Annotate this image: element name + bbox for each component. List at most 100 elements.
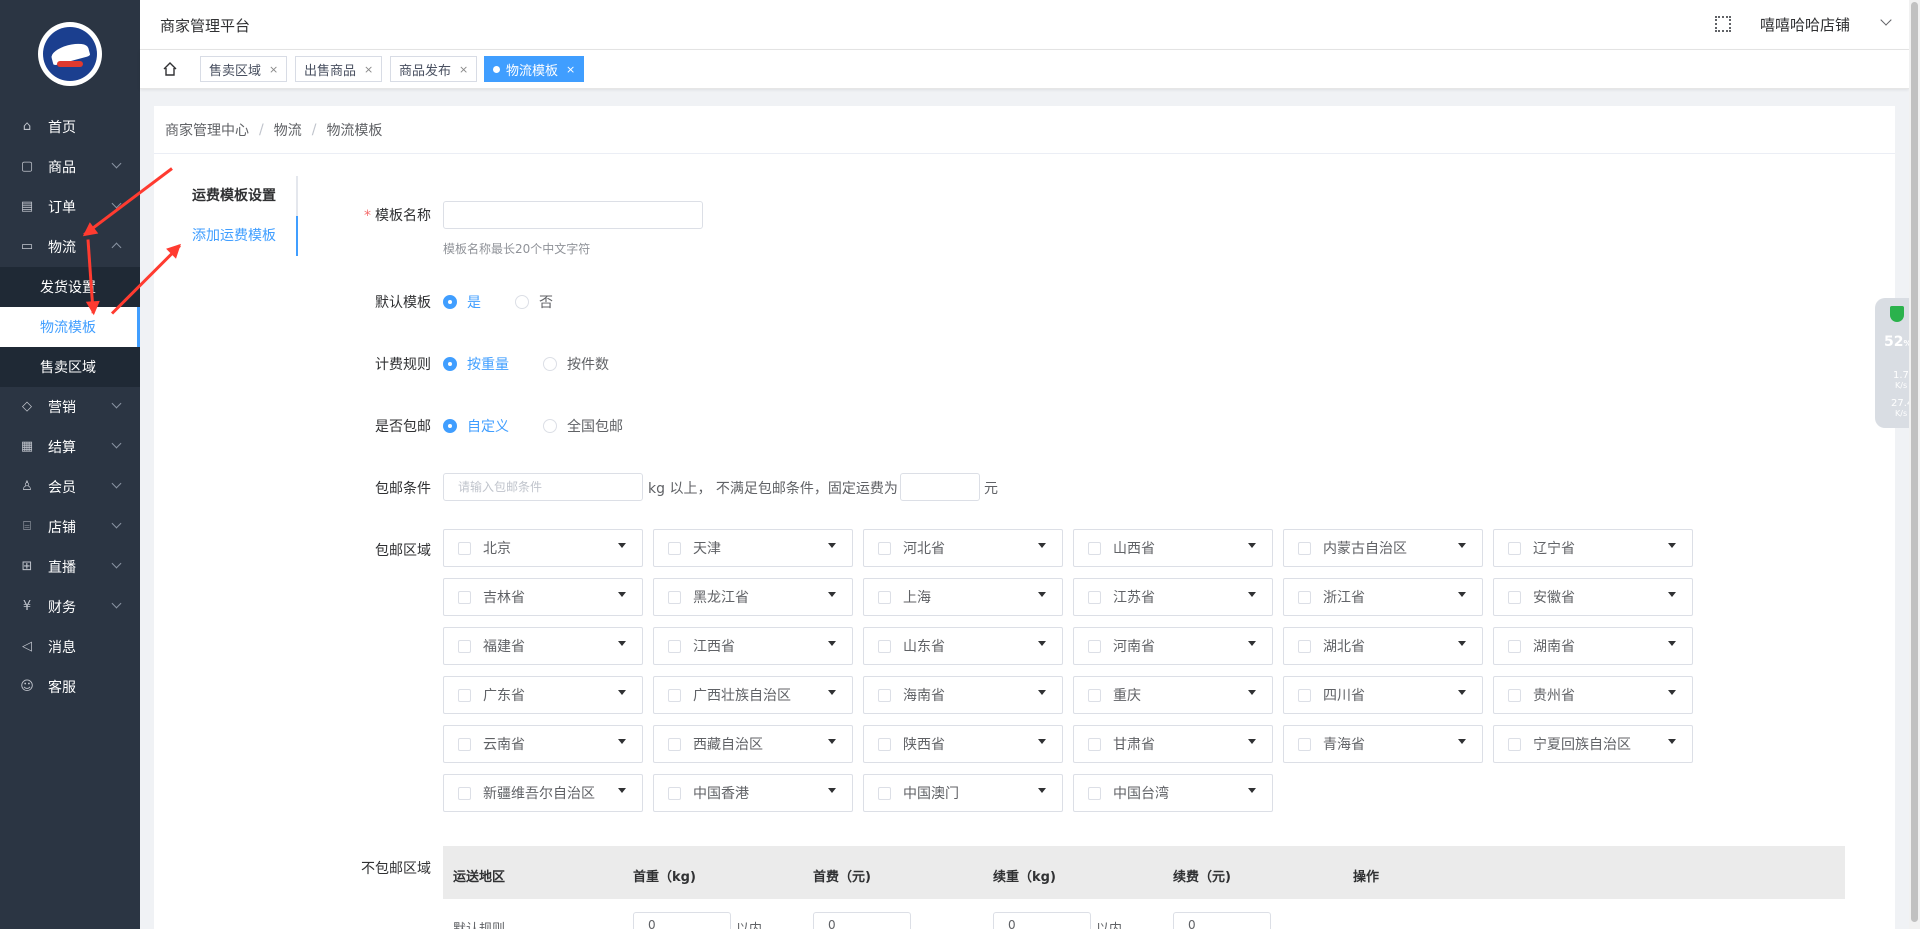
checkbox[interactable] [1508,737,1521,751]
caret-down-icon[interactable] [828,788,836,793]
checkbox[interactable] [878,688,891,702]
close-icon[interactable]: × [459,63,468,76]
caret-down-icon[interactable] [1248,739,1256,744]
free-condition-input[interactable]: 请输入包邮条件 [443,473,643,501]
caret-down-icon[interactable] [618,690,626,695]
breadcrumb-item[interactable]: 商家管理中心 [165,120,249,140]
checkbox[interactable] [1088,786,1101,800]
caret-down-icon[interactable] [1038,641,1046,646]
menu-marketing[interactable]: ◇ 营销 [0,387,140,427]
caret-down-icon[interactable] [1038,690,1046,695]
region-select[interactable]: 河北省 [863,529,1063,567]
close-icon[interactable]: × [269,63,278,76]
checkbox[interactable] [1088,541,1101,555]
checkbox[interactable] [458,688,471,702]
caret-down-icon[interactable] [1038,592,1046,597]
region-select[interactable]: 浙江省 [1283,578,1483,616]
checkbox[interactable] [878,786,891,800]
caret-down-icon[interactable] [1668,592,1676,597]
caret-down-icon[interactable] [1458,641,1466,646]
region-select[interactable]: 云南省 [443,725,643,763]
first-fee-input[interactable]: 0 [813,912,911,929]
close-icon[interactable]: × [566,63,575,76]
region-select[interactable]: 湖南省 [1493,627,1693,665]
caret-down-icon[interactable] [618,543,626,548]
checkbox[interactable] [1298,541,1311,555]
checkbox[interactable] [668,786,681,800]
checkbox[interactable] [1298,688,1311,702]
template-name-input[interactable] [443,201,703,229]
region-select[interactable]: 贵州省 [1493,676,1693,714]
checkbox[interactable] [1508,639,1521,653]
checkbox[interactable] [1508,590,1521,604]
region-select[interactable]: 广东省 [443,676,643,714]
caret-down-icon[interactable] [1248,690,1256,695]
caret-down-icon[interactable] [618,641,626,646]
checkbox[interactable] [668,639,681,653]
caret-down-icon[interactable] [1668,739,1676,744]
page-scrollbar[interactable] [1909,0,1920,929]
caret-down-icon[interactable] [618,592,626,597]
caret-down-icon[interactable] [1458,592,1466,597]
menu-home[interactable]: ⌂ 首页 [0,107,140,147]
home-icon[interactable] [162,61,178,77]
breadcrumb-item[interactable]: 物流 [274,120,302,140]
checkbox[interactable] [1508,688,1521,702]
caret-down-icon[interactable] [1458,739,1466,744]
tab-selling-goods[interactable]: 出售商品 × [295,56,383,82]
caret-down-icon[interactable] [1038,739,1046,744]
region-select[interactable]: 重庆 [1073,676,1273,714]
checkbox[interactable] [668,590,681,604]
checkbox[interactable] [878,541,891,555]
caret-down-icon[interactable] [828,592,836,597]
caret-down-icon[interactable] [828,739,836,744]
tab-logistics-template[interactable]: 物流模板 × [484,56,585,82]
region-select[interactable]: 甘肃省 [1073,725,1273,763]
region-select[interactable]: 黑龙江省 [653,578,853,616]
menu-finance[interactable]: ¥ 财务 [0,587,140,627]
caret-down-icon[interactable] [1038,543,1046,548]
region-select[interactable]: 福建省 [443,627,643,665]
caret-down-icon[interactable] [828,543,836,548]
checkbox[interactable] [668,737,681,751]
caret-down-icon[interactable] [1248,592,1256,597]
region-select[interactable]: 吉林省 [443,578,643,616]
rule-count-radio[interactable]: 按件数 [543,354,609,374]
region-select[interactable]: 新疆维吾尔自治区 [443,774,643,812]
qrcode-icon[interactable] [1715,16,1731,32]
region-select[interactable]: 内蒙古自治区 [1283,529,1483,567]
region-select[interactable]: 河南省 [1073,627,1273,665]
menu-settlement[interactable]: ▦ 结算 [0,427,140,467]
region-select[interactable]: 中国台湾 [1073,774,1273,812]
caret-down-icon[interactable] [618,739,626,744]
checkbox[interactable] [668,688,681,702]
checkbox[interactable] [878,639,891,653]
menu-live[interactable]: ⊞ 直播 [0,547,140,587]
menu-message[interactable]: ◁ 消息 [0,627,140,667]
region-select[interactable]: 山西省 [1073,529,1273,567]
checkbox[interactable] [668,541,681,555]
menu-member[interactable]: ♙ 会员 [0,467,140,507]
region-select[interactable]: 湖北省 [1283,627,1483,665]
checkbox[interactable] [458,541,471,555]
rule-weight-radio[interactable]: 按重量 [443,354,509,374]
checkbox[interactable] [878,737,891,751]
caret-down-icon[interactable] [828,690,836,695]
checkbox[interactable] [1298,639,1311,653]
caret-down-icon[interactable] [1668,641,1676,646]
region-select[interactable]: 安徽省 [1493,578,1693,616]
region-select[interactable]: 中国澳门 [863,774,1063,812]
checkbox[interactable] [1298,737,1311,751]
caret-down-icon[interactable] [1458,543,1466,548]
region-select[interactable]: 天津 [653,529,853,567]
menu-goods[interactable]: ▢ 商品 [0,147,140,187]
tab-sale-region[interactable]: 售卖区域 × [200,56,288,82]
submenu-logistics-template[interactable]: 物流模板 [0,307,140,347]
submenu-sale-region[interactable]: 售卖区域 [0,347,140,387]
region-select[interactable]: 海南省 [863,676,1063,714]
store-name-dropdown[interactable]: 嘻嘻哈哈店铺 [1760,14,1850,35]
caret-down-icon[interactable] [828,641,836,646]
checkbox[interactable] [1298,590,1311,604]
cont-weight-input[interactable]: 0 [993,912,1091,929]
cont-fee-input[interactable]: 0 [1173,912,1271,929]
